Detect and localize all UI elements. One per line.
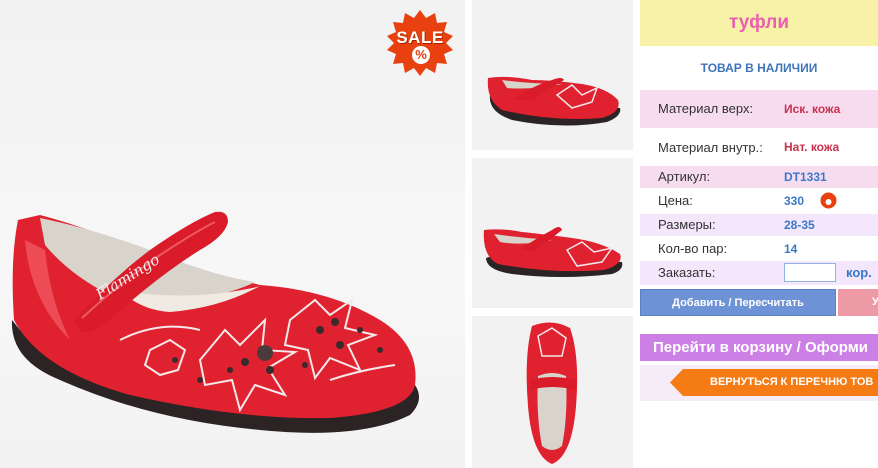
spec-row-sizes: Размеры: 28-35 — [640, 214, 878, 236]
spec-value: DT1331 — [784, 170, 827, 184]
thumbnail-side-view[interactable] — [472, 0, 633, 150]
spec-label: Размеры: — [658, 217, 716, 232]
spec-value: 14 — [784, 242, 798, 256]
spec-row-lining: Материал внутр.: Нат. кожа — [640, 128, 878, 166]
spec-row-pairs: Кол-во пар: 14 — [640, 238, 878, 260]
remove-button[interactable]: У — [838, 289, 878, 316]
main-product-photo[interactable]: Flamingo SALE % — [0, 0, 465, 468]
sale-percent-icon: % — [412, 46, 430, 64]
spec-row-article: Артикул: DT1331 — [640, 166, 878, 188]
sale-mini-icon — [820, 192, 837, 209]
spec-value: 330 — [784, 194, 805, 208]
spec-label: Кол-во пар: — [658, 241, 728, 256]
order-unit: кор. — [846, 265, 872, 280]
spec-label: Материал внутр.: — [658, 140, 763, 155]
spec-label: Материал верх: — [658, 101, 754, 116]
thumbnail-top-view[interactable] — [472, 316, 633, 468]
spec-row-upper: Материал верх: Иск. кожа — [640, 90, 878, 128]
thumbnail-front-angle[interactable] — [472, 158, 633, 308]
add-recalc-button[interactable]: Добавить / Пересчитать — [640, 289, 836, 316]
spec-label: Заказать: — [658, 265, 716, 280]
sale-label: SALE — [396, 28, 444, 47]
spec-row-price: Цена: 330 — [640, 190, 878, 212]
spec-label: Цена: — [658, 193, 693, 208]
order-quantity-input[interactable] — [784, 263, 836, 282]
back-to-list-button[interactable]: ВЕРНУТЬСЯ К ПЕРЕЧНЮ ТОВ — [670, 369, 878, 396]
spec-row-order: Заказать: кор. — [640, 261, 878, 285]
spec-value: Иск. кожа — [784, 102, 841, 116]
back-button-container: ВЕРНУТЬСЯ К ПЕРЕЧНЮ ТОВ — [640, 365, 878, 401]
product-title: туфли — [640, 0, 878, 46]
spec-value: 28-35 — [784, 218, 815, 232]
spec-label: Артикул: — [658, 169, 711, 184]
product-info-panel: туфли ТОВАР В НАЛИЧИИ Материал верх: Иск… — [640, 0, 878, 468]
go-to-cart-button[interactable]: Перейти в корзину / Оформи — [640, 334, 878, 361]
sale-badge: SALE % — [385, 8, 455, 78]
spec-value: Нат. кожа — [784, 140, 840, 154]
stock-status: ТОВАР В НАЛИЧИИ — [700, 61, 818, 75]
